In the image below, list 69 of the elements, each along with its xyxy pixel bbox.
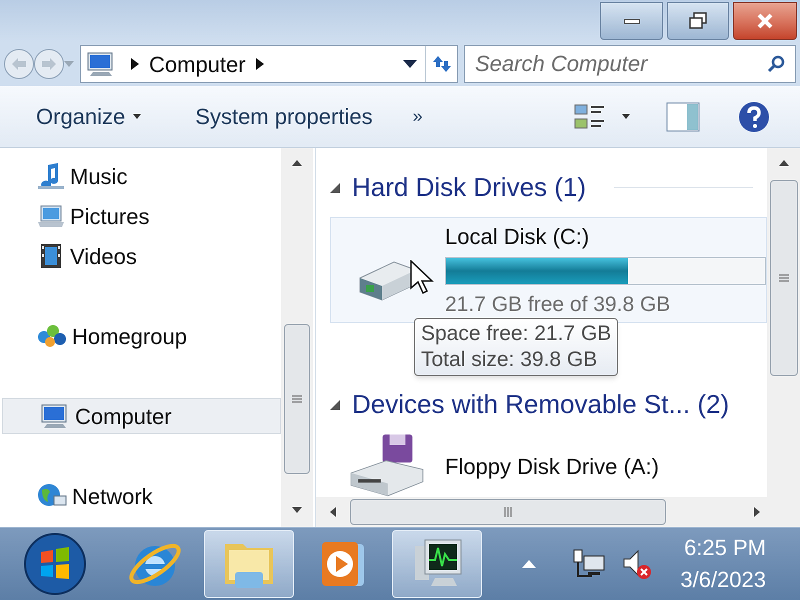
nav-item[interactable]: Network bbox=[0, 478, 281, 514]
restore-icon bbox=[688, 12, 708, 30]
scroll-thumb[interactable] bbox=[284, 324, 310, 474]
close-button[interactable] bbox=[733, 2, 797, 40]
taskbar-app[interactable] bbox=[392, 530, 482, 598]
scroll-up-icon[interactable] bbox=[292, 160, 302, 166]
grip-icon bbox=[504, 507, 512, 517]
start-orb-icon bbox=[23, 532, 87, 596]
scroll-down-icon[interactable] bbox=[292, 507, 302, 513]
show-hidden-icons[interactable] bbox=[522, 560, 536, 568]
grip-icon bbox=[292, 395, 302, 403]
collapse-arrow-icon[interactable] bbox=[330, 182, 340, 192]
nav-item[interactable]: Music bbox=[0, 158, 281, 194]
breadcrumb[interactable]: Computer bbox=[149, 48, 246, 80]
nav-item[interactable]: Computer bbox=[2, 398, 281, 434]
chevron-right-icon bbox=[256, 58, 264, 70]
more-button[interactable]: » bbox=[412, 103, 423, 130]
volume-muted-icon[interactable] bbox=[622, 548, 652, 580]
back-arrow-icon bbox=[11, 57, 27, 71]
grip-icon bbox=[778, 274, 788, 282]
tooltip-text: Space free: 21.7 GB bbox=[421, 321, 612, 347]
nav-item[interactable]: Pictures bbox=[0, 198, 281, 234]
chevron-right-icon bbox=[131, 58, 139, 70]
minimize-icon bbox=[624, 18, 640, 24]
toolbar-button[interactable]: System properties bbox=[195, 100, 373, 133]
view-options-button[interactable] bbox=[574, 102, 630, 130]
drive-tile[interactable]: Local Disk (C:) 21.7 GB free of 39.8 GB bbox=[330, 217, 767, 323]
search-icon bbox=[767, 55, 785, 73]
close-icon bbox=[756, 12, 774, 30]
tooltip-text: Total size: 39.8 GB bbox=[421, 347, 598, 373]
forward-arrow-icon bbox=[41, 57, 57, 71]
scroll-thumb[interactable] bbox=[350, 499, 666, 525]
preview-pane-icon bbox=[666, 102, 700, 132]
help-icon bbox=[738, 100, 770, 132]
vertical-scrollbar[interactable] bbox=[767, 148, 800, 497]
nav-item[interactable]: Videos bbox=[0, 238, 281, 274]
people-globe-icon bbox=[36, 322, 68, 350]
group-heading[interactable]: Devices with Removable St... (2) bbox=[352, 385, 730, 424]
scroll-thumb[interactable] bbox=[770, 180, 798, 376]
drive-name: Floppy Disk Drive (A:) bbox=[445, 452, 660, 481]
search-input[interactable]: Search Computer bbox=[475, 46, 767, 82]
music-note-icon bbox=[36, 162, 66, 190]
caret-icon bbox=[622, 114, 630, 119]
dropdown-arrow-icon bbox=[64, 61, 74, 67]
network-icon[interactable] bbox=[572, 548, 606, 580]
play-icon bbox=[322, 542, 364, 586]
preview-pane-button[interactable] bbox=[666, 102, 700, 132]
organize-menu[interactable]: Organize bbox=[36, 100, 142, 133]
scroll-up-icon[interactable] bbox=[778, 160, 788, 166]
view-list-icon bbox=[574, 102, 606, 130]
mouse-pointer-icon bbox=[410, 260, 436, 296]
caret-icon bbox=[133, 114, 142, 119]
group-heading[interactable]: Hard Disk Drives (1) bbox=[352, 168, 586, 207]
collapse-arrow-icon[interactable] bbox=[330, 400, 340, 410]
clock[interactable]: 6:25 PM 3/6/2023 bbox=[680, 532, 800, 596]
help-button[interactable] bbox=[738, 100, 770, 132]
horizontal-scrollbar[interactable] bbox=[316, 497, 800, 527]
restore-button[interactable] bbox=[667, 2, 729, 40]
scroll-left-icon[interactable] bbox=[330, 507, 336, 517]
address-bar[interactable]: Computer bbox=[80, 45, 458, 83]
search-field[interactable]: Search Computer bbox=[464, 45, 796, 83]
free-space-text: 21.7 GB free of 39.8 GB bbox=[445, 292, 672, 318]
drive-name: Local Disk (C:) bbox=[445, 222, 590, 251]
drive-tile[interactable]: Floppy Disk Drive (A:) bbox=[330, 428, 767, 497]
nav-item[interactable]: Homegroup bbox=[0, 318, 281, 354]
vertical-scrollbar[interactable] bbox=[281, 148, 313, 527]
refresh-arrows-icon bbox=[430, 55, 452, 73]
dropdown-arrow-icon[interactable] bbox=[403, 60, 417, 68]
scroll-right-icon[interactable] bbox=[754, 507, 760, 517]
